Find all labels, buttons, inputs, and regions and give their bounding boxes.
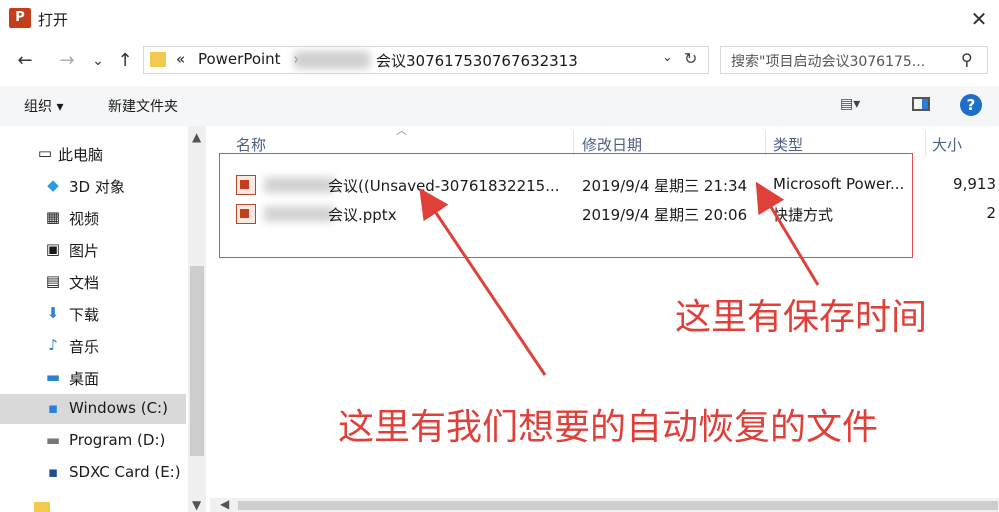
scroll-left-arrow[interactable]: ◀ (220, 497, 229, 511)
annotation-recovered-file: 这里有我们想要的自动恢复的文件 (338, 407, 879, 448)
scrollbar-thumb[interactable] (238, 501, 998, 510)
arrow-to-recovered-file (419, 188, 547, 376)
arrow-to-save-time (755, 181, 820, 286)
annotation-save-time: 这里有保存时间 (675, 297, 928, 338)
horizontal-scrollbar[interactable]: ◀ (210, 497, 999, 512)
